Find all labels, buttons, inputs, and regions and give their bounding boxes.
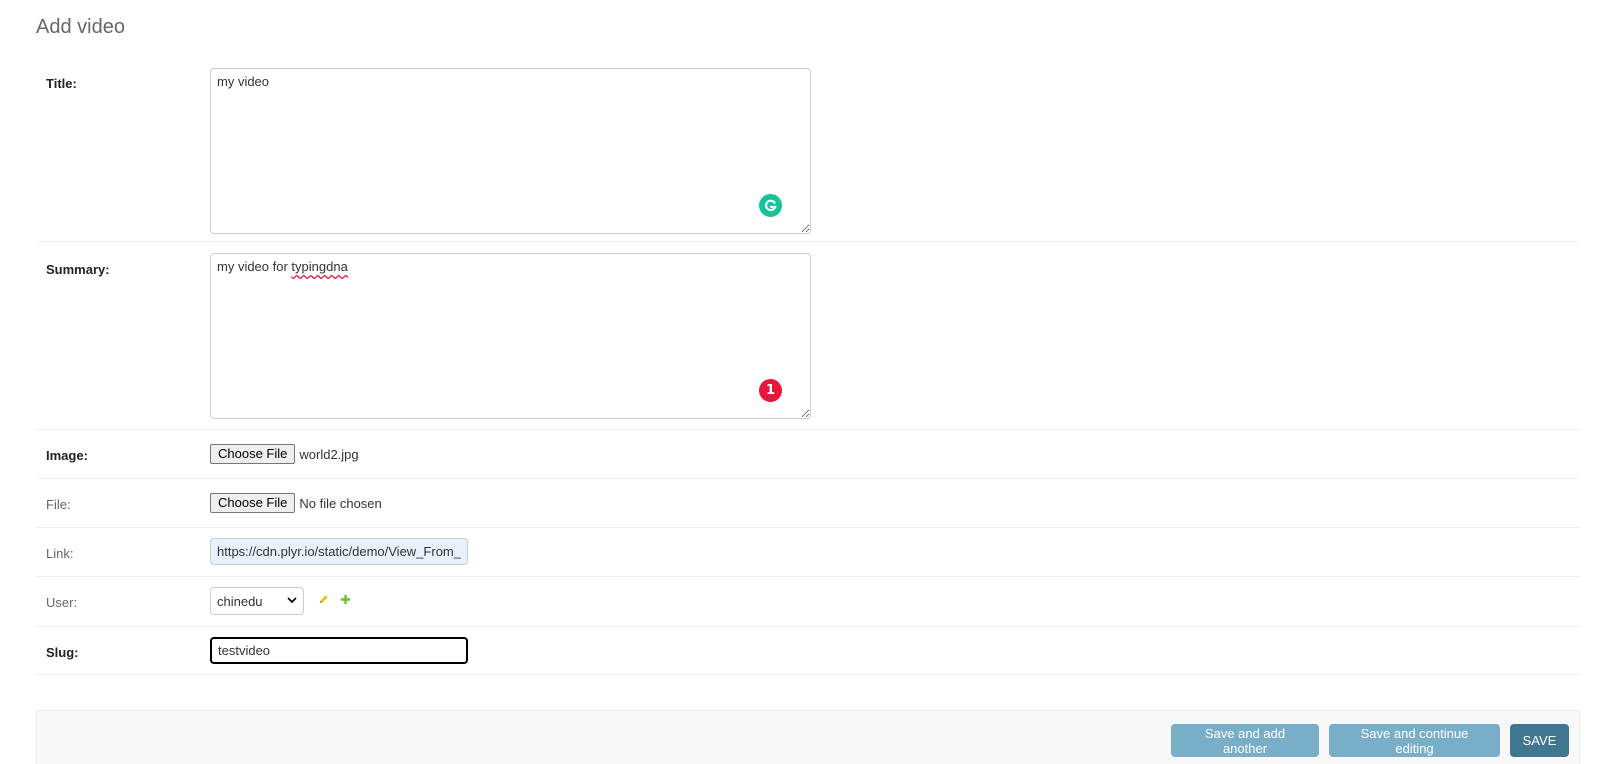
add-video-page: Add video Title: my video Summary: my vi…: [0, 0, 1600, 764]
file-label: File:: [46, 497, 71, 512]
image-file-name: world2.jpg: [299, 446, 359, 462]
slug-label: Slug:: [46, 645, 79, 660]
image-choose-file-button[interactable]: Choose File: [210, 444, 296, 464]
save-and-continue-editing-button[interactable]: Save and continue editing: [1329, 724, 1500, 757]
user-select[interactable]: chinedu: [210, 587, 304, 615]
file-file-name: No file chosen: [299, 495, 382, 511]
plus-icon[interactable]: [340, 592, 351, 610]
link-label: Link:: [46, 546, 74, 561]
image-row: Image: Choose File world2.jpg: [36, 430, 1580, 479]
file-row: File: Choose File No file chosen: [36, 479, 1580, 528]
grammarly-icon[interactable]: [759, 194, 782, 217]
user-selected-value: chinedu: [217, 593, 263, 609]
slug-input[interactable]: [210, 637, 468, 664]
summary-textarea[interactable]: [210, 253, 811, 419]
error-count-badge[interactable]: 1: [759, 379, 782, 402]
pencil-icon[interactable]: [318, 592, 329, 610]
user-label: User:: [46, 595, 78, 610]
summary-field-wrapper: my video for typingdna 1: [210, 253, 811, 419]
title-field-wrapper: my video: [210, 68, 811, 234]
slug-field-wrapper: [210, 637, 468, 664]
user-field-wrapper: chinedu: [210, 587, 351, 615]
summary-row: Summary: my video for typingdna 1: [36, 242, 1580, 430]
chevron-down-icon: [287, 595, 297, 607]
save-button[interactable]: SAVE: [1510, 724, 1569, 757]
link-input[interactable]: [210, 538, 468, 565]
page-title: Add video: [36, 16, 125, 38]
submit-row: Save and add another Save and continue e…: [36, 710, 1580, 764]
image-field-wrapper: Choose File world2.jpg: [210, 444, 359, 464]
slug-row: Slug:: [36, 627, 1580, 675]
file-choose-file-button[interactable]: Choose File: [210, 493, 296, 513]
file-field-wrapper: Choose File No file chosen: [210, 493, 382, 513]
summary-label: Summary:: [46, 262, 110, 277]
link-row: Link:: [36, 528, 1580, 577]
title-row: Title: my video: [36, 56, 1580, 242]
user-row: User: chinedu: [36, 577, 1580, 627]
title-textarea[interactable]: [210, 68, 811, 234]
link-field-wrapper: [210, 538, 468, 565]
video-form: Title: my video Summary: my video for ty…: [36, 56, 1580, 675]
save-and-add-another-button[interactable]: Save and add another: [1171, 724, 1319, 757]
image-label: Image:: [46, 448, 88, 463]
title-label: Title:: [46, 76, 77, 91]
